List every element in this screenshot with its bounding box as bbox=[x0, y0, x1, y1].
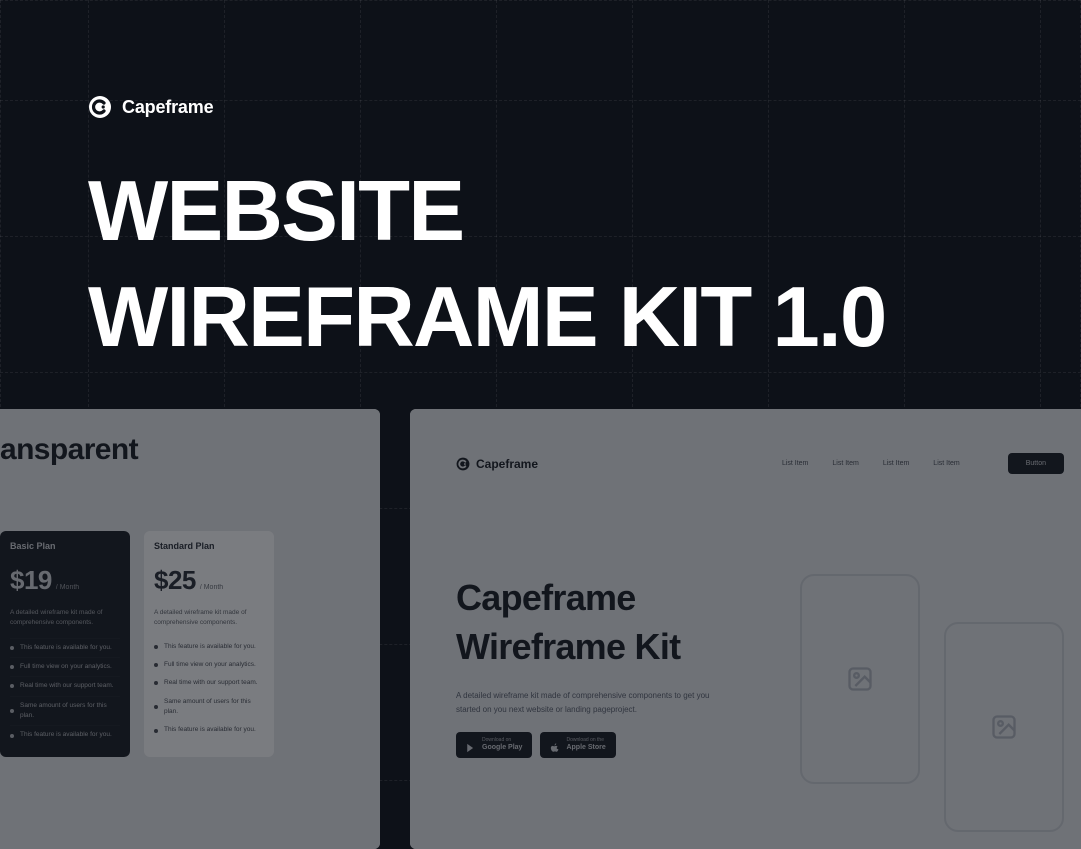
plan-feature: Full time view on your analytics. bbox=[10, 657, 120, 676]
wireframe-brand: Capeframe bbox=[456, 457, 538, 471]
pricing-heading-fragment: ansparent bbox=[0, 433, 366, 467]
plan-feature: Real time with our support team. bbox=[10, 676, 120, 695]
wireframe-subtitle: A detailed wireframe kit made of compreh… bbox=[456, 689, 736, 716]
plan-feature: This feature is available for you. bbox=[10, 725, 120, 744]
plan-desc: A detailed wireframe kit made of compreh… bbox=[154, 608, 264, 628]
preview-row: ansparent Basic Plan $19 / Month A detai… bbox=[0, 409, 1081, 811]
google-play-icon bbox=[466, 740, 476, 750]
wireframe-brand-name: Capeframe bbox=[476, 457, 538, 471]
plan-desc: A detailed wireframe kit made of compreh… bbox=[10, 608, 120, 628]
plan-price: $25 bbox=[154, 565, 196, 596]
brand: Capeframe bbox=[88, 95, 886, 119]
apple-store-button[interactable]: Download on the Apple Store bbox=[540, 732, 615, 757]
nav-link[interactable]: List Item bbox=[933, 460, 959, 467]
wireframe-nav: Capeframe List Item List Item List Item … bbox=[456, 453, 1064, 474]
store-top: Download on the bbox=[566, 738, 605, 744]
preview-pricing: ansparent Basic Plan $19 / Month A detai… bbox=[0, 409, 380, 849]
plan-period: / Month bbox=[200, 584, 223, 591]
plan-feature: Same amount of users for this plan. bbox=[154, 693, 264, 722]
phone-mockup bbox=[800, 574, 920, 784]
brand-name: Capeframe bbox=[122, 97, 213, 118]
plan-name: Basic Plan bbox=[10, 541, 120, 551]
plan-feature: This feature is available for you. bbox=[154, 638, 264, 656]
nav-link[interactable]: List Item bbox=[832, 460, 858, 467]
plan-period: / Month bbox=[56, 584, 79, 591]
hero-title-line1: WEBSITE bbox=[88, 159, 886, 265]
nav-link[interactable]: List Item bbox=[883, 460, 909, 467]
capeframe-logo-icon bbox=[88, 95, 112, 119]
store-bottom: Google Play bbox=[482, 744, 522, 752]
hero-title: WEBSITE WIREFRAME KIT 1.0 bbox=[88, 159, 886, 372]
plan-name: Standard Plan bbox=[154, 541, 264, 551]
plan-price: $19 bbox=[10, 565, 52, 596]
plan-feature: This feature is available for you. bbox=[10, 638, 120, 657]
store-top: Download on bbox=[482, 738, 522, 744]
hero-title-line2: WIREFRAME KIT 1.0 bbox=[88, 265, 886, 371]
phone-mockup bbox=[944, 622, 1064, 832]
preview-landing: Capeframe List Item List Item List Item … bbox=[410, 409, 1081, 849]
plan-feature: Same amount of users for this plan. bbox=[10, 696, 120, 726]
plan-feature: Real time with our support team. bbox=[154, 674, 264, 692]
google-play-button[interactable]: Download on Google Play bbox=[456, 732, 532, 757]
wireframe-title-line1: Capeframe bbox=[456, 574, 736, 623]
plan-feature: Full time view on your analytics. bbox=[154, 656, 264, 674]
capeframe-logo-icon bbox=[456, 457, 470, 471]
pricing-card-basic: Basic Plan $19 / Month A detailed wirefr… bbox=[0, 531, 130, 757]
apple-icon bbox=[550, 740, 560, 750]
pricing-card-standard: Standard Plan $25 / Month A detailed wir… bbox=[144, 531, 274, 757]
plan-feature: This feature is available for you. bbox=[154, 721, 264, 739]
store-bottom: Apple Store bbox=[566, 744, 605, 752]
nav-link[interactable]: List Item bbox=[782, 460, 808, 467]
wireframe-title: Capeframe Wireframe Kit bbox=[456, 574, 736, 671]
wireframe-title-line2: Wireframe Kit bbox=[456, 623, 736, 672]
nav-cta-button[interactable]: Button bbox=[1008, 453, 1064, 474]
